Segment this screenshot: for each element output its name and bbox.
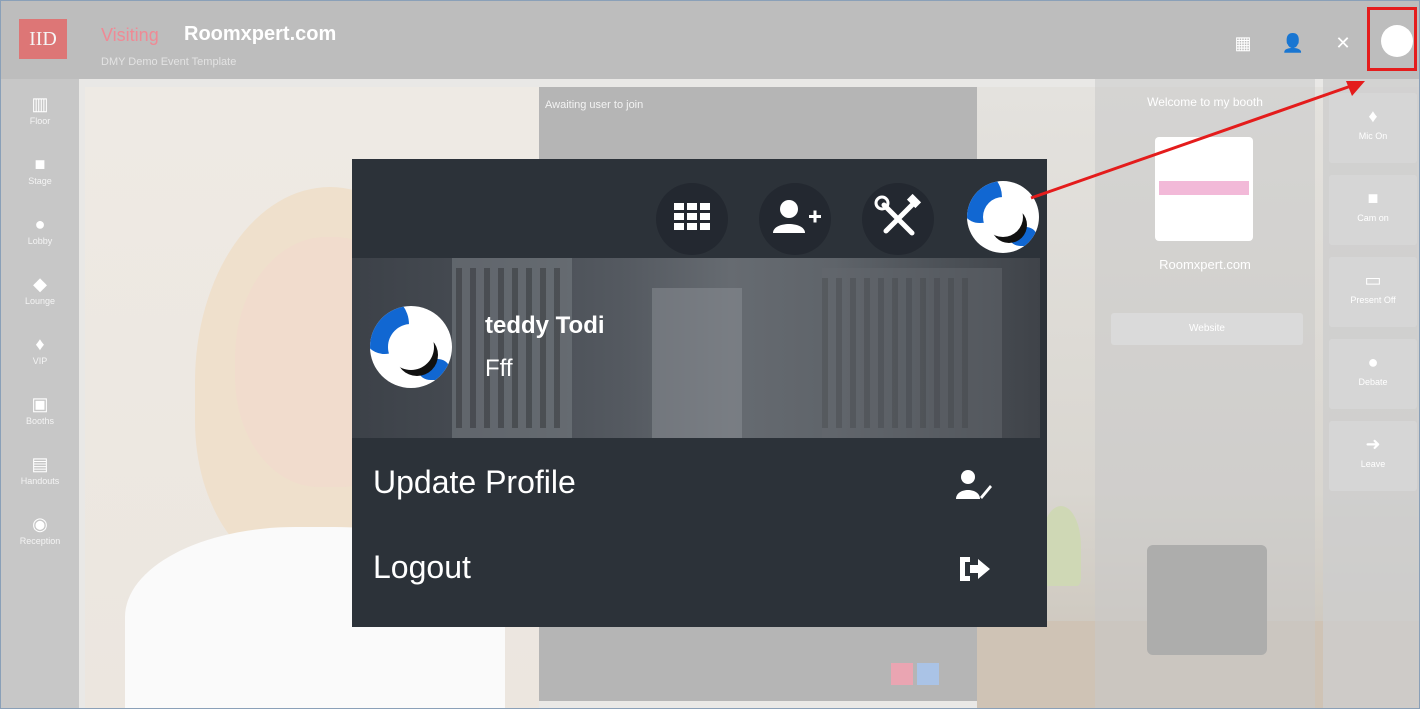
- app-window: IID Visiting Roomxpert.com DMY Demo Even…: [0, 0, 1420, 709]
- callout-arrow: [1030, 81, 1365, 200]
